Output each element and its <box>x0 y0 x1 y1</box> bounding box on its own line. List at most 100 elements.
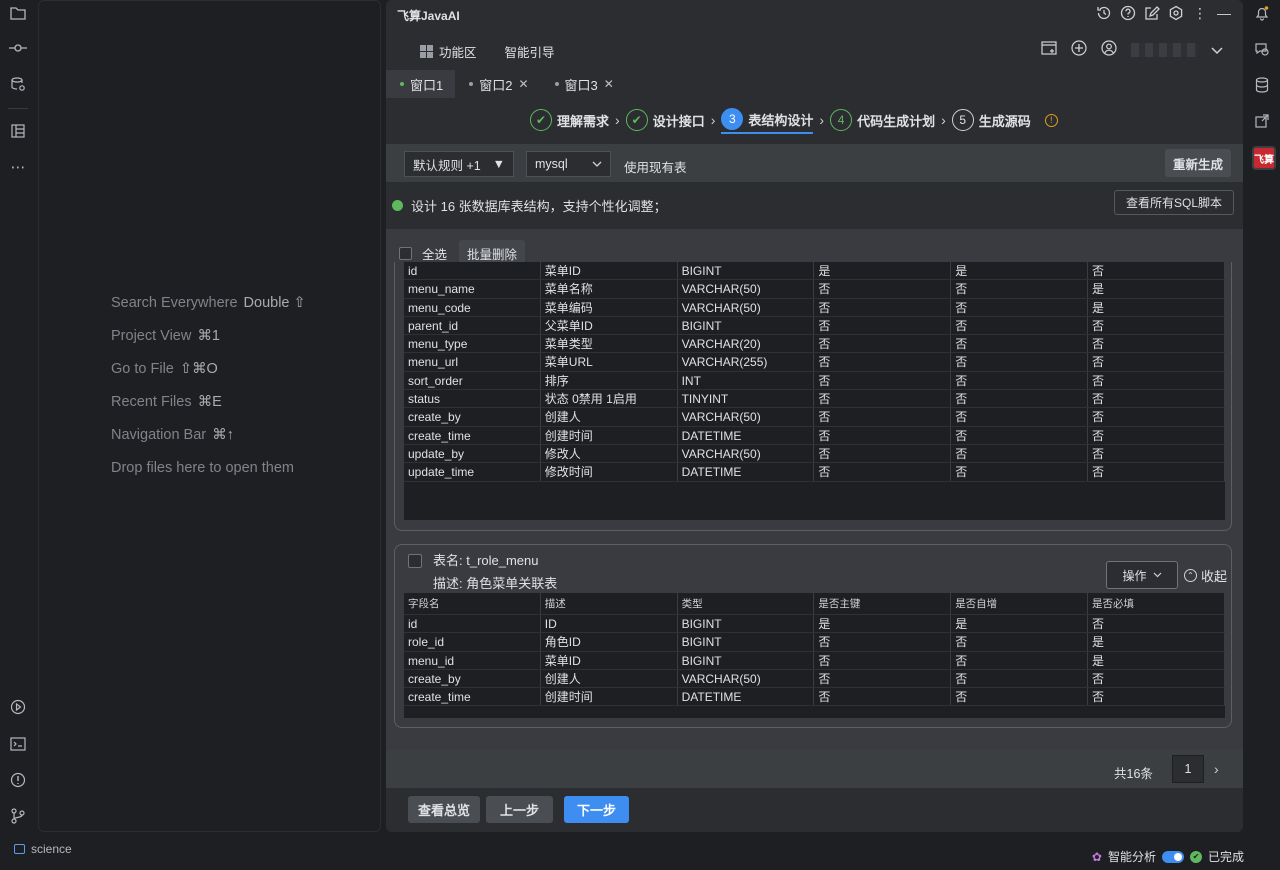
table-cell[interactable]: 否 <box>814 316 952 335</box>
table-cell[interactable]: 否 <box>951 353 1088 371</box>
table-cell[interactable]: 菜单类型 <box>541 335 678 353</box>
table-cell[interactable]: 否 <box>951 390 1088 408</box>
table-cell[interactable]: 否 <box>814 298 952 316</box>
table-cell[interactable]: 否 <box>951 688 1088 706</box>
table-cell[interactable]: create_by <box>404 669 541 688</box>
info-warning-icon[interactable]: ! <box>1044 113 1058 127</box>
table-cell[interactable]: update_time <box>404 463 541 481</box>
tab-window-1[interactable]: 窗口1 <box>386 70 456 98</box>
project-indicator[interactable]: science <box>14 842 72 856</box>
table-row[interactable]: menu_code 菜单编码 VARCHAR(50) 否否是 <box>404 298 1225 317</box>
table-cell[interactable]: 否 <box>1088 335 1225 353</box>
table-cell[interactable]: create_time <box>404 688 541 706</box>
new-window-icon[interactable] <box>1041 41 1057 59</box>
table-cell[interactable]: 否 <box>951 633 1088 651</box>
table-cell[interactable]: BIGINT <box>678 651 815 669</box>
table-row[interactable]: id ID BIGINT 是是否 <box>404 615 1225 634</box>
table-cell[interactable]: 菜单ID <box>541 651 678 669</box>
table-select-checkbox[interactable] <box>408 554 422 568</box>
ai-edit-icon[interactable] <box>1251 110 1273 132</box>
table-cell[interactable]: 排序 <box>541 371 678 390</box>
table-cell[interactable]: 是 <box>1088 651 1225 669</box>
table-cell[interactable]: 是 <box>951 262 1088 280</box>
table-row[interactable]: sort_order 排序 INT 否否否 <box>404 371 1225 391</box>
table-cell[interactable]: 是 <box>1088 298 1225 316</box>
table-cell[interactable]: 角色ID <box>541 633 678 651</box>
run-icon[interactable] <box>7 696 29 718</box>
table-cell[interactable]: 创建时间 <box>541 688 678 706</box>
table-cell[interactable]: 否 <box>951 444 1088 463</box>
table-cell[interactable]: 否 <box>951 335 1088 353</box>
step-understand-requirements[interactable]: ✔ 理解需求 <box>530 106 609 134</box>
table-cell[interactable]: BIGINT <box>678 316 815 335</box>
table-cell[interactable]: VARCHAR(50) <box>678 408 815 426</box>
table-row[interactable]: menu_url 菜单URL VARCHAR(255) 否否否 <box>404 353 1225 372</box>
use-existing-tables[interactable]: 使用现有表 <box>624 157 687 176</box>
history-icon[interactable] <box>1095 4 1113 22</box>
table-cell[interactable]: 否 <box>1088 688 1225 706</box>
table-cell[interactable]: 否 <box>1088 669 1225 688</box>
table-cell[interactable]: VARCHAR(50) <box>678 298 815 316</box>
minimize-icon[interactable]: — <box>1215 4 1233 22</box>
table-cell[interactable]: 否 <box>814 633 952 651</box>
table-row[interactable]: menu_name 菜单名称 VARCHAR(50) 否否是 <box>404 280 1225 299</box>
table-row[interactable]: create_by 创建人 VARCHAR(50) 否否否 <box>404 669 1225 689</box>
database-search-icon[interactable] <box>7 73 29 95</box>
nav-feature-area[interactable]: 功能区 <box>420 42 477 61</box>
chevron-down-icon[interactable] <box>1211 42 1223 59</box>
table-cell[interactable]: menu_id <box>404 651 541 669</box>
table-cell[interactable]: menu_code <box>404 298 541 316</box>
table-cell[interactable]: menu_type <box>404 335 541 353</box>
table-cell[interactable]: 否 <box>814 669 952 688</box>
more-icon[interactable]: ⋯ <box>7 156 29 178</box>
notifications-icon[interactable] <box>1251 2 1273 24</box>
table-row[interactable]: update_time 修改时间 DATETIME 否否否 <box>404 463 1225 482</box>
table-cell[interactable]: VARCHAR(20) <box>678 335 815 353</box>
add-icon[interactable] <box>1071 40 1087 60</box>
settings-icon[interactable] <box>1167 4 1185 22</box>
table-cell[interactable]: 否 <box>814 371 952 390</box>
table-cell[interactable]: 菜单名称 <box>541 280 678 298</box>
table-cell[interactable]: 否 <box>951 651 1088 669</box>
table-cell[interactable]: VARCHAR(50) <box>678 669 815 688</box>
table-cell[interactable]: sort_order <box>404 371 541 390</box>
table-cell[interactable]: 否 <box>951 669 1088 688</box>
table-cell[interactable]: create_by <box>404 408 541 426</box>
table-cell[interactable]: 否 <box>1088 262 1225 280</box>
table-cell[interactable]: 否 <box>951 280 1088 298</box>
select-all-checkbox[interactable] <box>399 247 412 260</box>
table-cell[interactable]: 修改人 <box>541 444 678 463</box>
table-row[interactable]: create_by 创建人 VARCHAR(50) 否否否 <box>404 408 1225 427</box>
table-row[interactable]: menu_id 菜单ID BIGINT 否否是 <box>404 651 1225 670</box>
table-cell[interactable]: 菜单编码 <box>541 298 678 316</box>
table-cell[interactable]: 否 <box>1088 615 1225 633</box>
table-cell[interactable]: 否 <box>1088 408 1225 426</box>
smart-analysis-toggle[interactable] <box>1161 850 1184 863</box>
step-design-api[interactable]: ✔ 设计接口 <box>625 106 705 134</box>
table-cell[interactable]: 否 <box>1088 390 1225 408</box>
table-cell[interactable]: 菜单ID <box>541 262 678 280</box>
commit-icon[interactable] <box>7 37 29 59</box>
structure-icon[interactable] <box>7 120 29 142</box>
table-cell[interactable]: id <box>404 262 541 280</box>
step-generate-source[interactable]: 5 生成源码 <box>951 106 1031 134</box>
table-cell[interactable]: 状态 0禁用 1启用 <box>541 390 678 408</box>
next-step-button[interactable]: 下一步 <box>564 796 630 823</box>
view-all-sql-button[interactable]: 查看所有SQL脚本 <box>1113 190 1234 215</box>
table-cell[interactable]: 否 <box>1088 353 1225 371</box>
help-icon[interactable] <box>1119 4 1137 22</box>
table-cell[interactable]: 是 <box>814 262 952 280</box>
table-row[interactable]: update_by 修改人 VARCHAR(50) 否否否 <box>404 444 1225 464</box>
table-cell[interactable]: BIGINT <box>678 615 815 633</box>
folder-icon[interactable] <box>7 2 29 24</box>
table-cell[interactable]: 创建人 <box>541 669 678 688</box>
table-cell[interactable]: ID <box>541 615 678 633</box>
select-all-label[interactable]: 全选 <box>422 244 447 263</box>
table-row[interactable]: menu_type 菜单类型 VARCHAR(20) 否否否 <box>404 335 1225 354</box>
terminal-icon[interactable] <box>7 733 29 755</box>
table-cell[interactable]: BIGINT <box>678 262 815 280</box>
db-type-select[interactable]: mysql <box>526 151 611 177</box>
ai-chat-icon[interactable] <box>1251 38 1273 60</box>
table-cell[interactable]: 否 <box>951 408 1088 426</box>
table-cell[interactable]: 否 <box>814 353 952 371</box>
